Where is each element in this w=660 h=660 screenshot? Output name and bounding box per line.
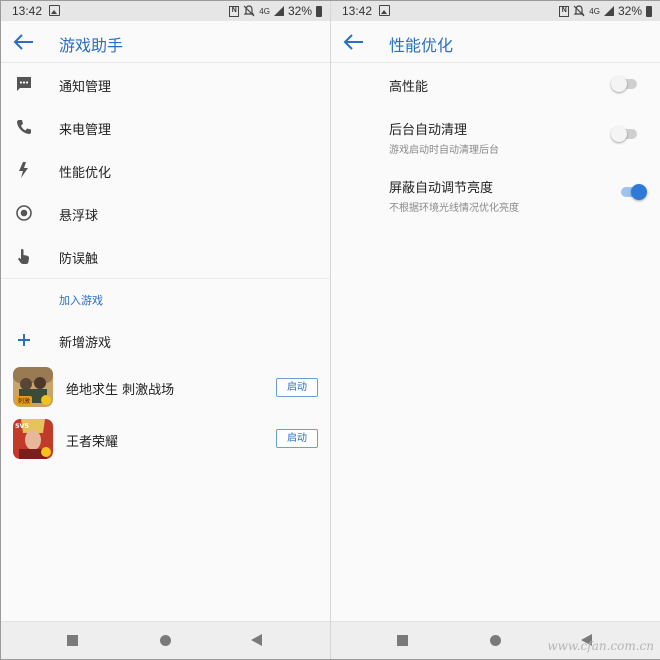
plus-icon [18,334,30,346]
status-time: 13:42 [12,4,43,18]
recents-square-icon[interactable] [67,635,78,646]
floating-ball-icon [16,205,32,221]
setting-background-cleanup: 后台自动清理 游戏启动时自动清理后台 [389,119,499,156]
battery-icon [646,5,652,17]
setting-subtitle: 不根据环境光线情况优化亮度 [389,203,519,214]
status-bar: 13:42 N 4G 32% [331,1,660,21]
menu-item-label: 来电管理 [59,123,112,138]
mute-bell-icon [573,5,585,17]
page-title: 性能优化 [389,36,454,55]
menu-item-anti-touch[interactable]: 防误触 [1,235,330,278]
pubg-icon-text: 刺激 [18,397,30,405]
game-name: 绝地求生 刺激战场 [66,383,175,398]
high-performance-toggle[interactable] [611,74,639,94]
nav-bar: www.cfan.com.cn [331,621,660,659]
signal-icon [603,6,614,16]
touch-hand-icon [18,249,30,264]
setting-subtitle: 游戏启动时自动清理后台 [389,145,499,156]
battery-percent: 32% [287,4,312,18]
message-icon [17,77,31,91]
game-name: 王者荣耀 [66,435,119,450]
watermark: www.cfan.com.cn [547,639,654,653]
back-arrow-icon[interactable] [343,32,365,52]
mute-bell-icon [243,5,255,17]
setting-title: 屏蔽自动调节亮度 [389,181,494,196]
honor-of-kings-game-icon: 5V5 [13,419,53,459]
home-circle-icon[interactable] [160,635,171,646]
menu-item-label: 悬浮球 [59,209,99,224]
network-type: 4G [589,6,600,16]
background-cleanup-toggle[interactable] [611,124,639,144]
performance-optimization-screen: 13:42 N 4G 32% 性能优化 高性能 后台自动清理 游戏启动时自动清理… [331,1,660,659]
recents-square-icon[interactable] [397,635,408,646]
back-arrow-icon[interactable] [13,32,35,52]
setting-title: 高性能 [389,80,429,95]
launch-button[interactable]: 启动 [276,429,318,448]
game-assistant-screen: 13:42 N 4G 32% 游戏助手 通知管理 来电管理 性能优化 悬浮球 防… [1,1,330,659]
app-bar: 游戏助手 [1,21,330,63]
battery-percent: 32% [617,4,642,18]
back-triangle-icon[interactable] [251,634,262,646]
section-header-add-game: 加入游戏 [59,294,103,307]
menu-item-performance[interactable]: 性能优化 [1,149,330,192]
status-icons: N 4G 32% [229,4,322,18]
setting-block-auto-brightness: 屏蔽自动调节亮度 不根据环境光线情况优化亮度 [389,177,519,214]
status-time: 13:42 [342,4,373,18]
hok-icon-text: 5V5 [15,422,30,430]
battery-icon [316,5,322,17]
lightning-icon [19,162,28,178]
nfc-icon: N [559,5,570,17]
status-bar: 13:42 N 4G 32% [1,1,330,21]
menu-item-floating-ball[interactable]: 悬浮球 [1,192,330,235]
home-circle-icon[interactable] [490,635,501,646]
network-type: 4G [259,6,270,16]
screenshot-frame: 13:42 N 4G 32% 游戏助手 通知管理 来电管理 性能优化 悬浮球 防… [0,0,660,660]
app-bar: 性能优化 [331,21,660,63]
nav-bar [1,621,330,659]
menu-item-label: 防误触 [59,252,99,267]
menu-item-label: 性能优化 [59,166,112,181]
page-title: 游戏助手 [59,36,124,55]
setting-high-performance: 高性能 [389,76,428,95]
add-game-label: 新增游戏 [59,336,112,351]
launch-button[interactable]: 启动 [276,378,318,397]
add-game-button[interactable]: 新增游戏 [1,319,330,362]
nfc-icon: N [229,5,240,17]
signal-icon [273,6,284,16]
divider [1,278,330,279]
status-icons: N 4G 32% [559,4,652,18]
pubg-game-icon: 刺激 [13,367,53,407]
image-notification-icon [379,5,390,16]
menu-item-label: 通知管理 [59,80,112,95]
setting-title: 后台自动清理 [389,123,468,138]
menu-item-notification[interactable]: 通知管理 [1,63,330,106]
phone-icon [17,120,31,134]
image-notification-icon [49,5,60,16]
menu-item-calls[interactable]: 来电管理 [1,106,330,149]
block-auto-brightness-toggle[interactable] [619,182,647,202]
